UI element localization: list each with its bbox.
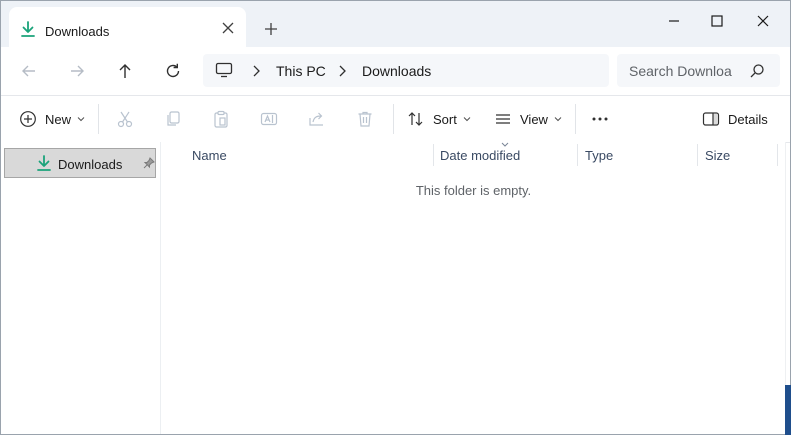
copy-button[interactable] [164,109,182,129]
nav-item-label: Downloads [58,157,123,172]
sort-button[interactable]: Sort [407,109,471,129]
column-divider[interactable] [777,144,778,166]
sort-icon [408,112,423,126]
breadcrumb-downloads[interactable]: Downloads [362,63,431,79]
title-bar: Downloads [1,1,790,47]
nav-item-downloads[interactable]: Downloads [4,148,156,178]
column-header-name[interactable]: Name [192,142,432,166]
copy-icon [167,111,180,126]
details-pane-icon [702,112,720,126]
share-button[interactable] [308,109,326,129]
refresh-icon[interactable] [163,61,183,81]
column-divider[interactable] [697,144,698,166]
view-button[interactable]: View [494,109,562,129]
column-header-size[interactable]: Size [705,142,775,166]
tab-downloads[interactable]: Downloads [9,7,246,47]
back-arrow-icon[interactable] [19,61,39,81]
rename-button[interactable] [260,109,278,129]
maximize-icon[interactable] [707,11,727,31]
search-box[interactable] [617,54,780,87]
column-divider[interactable] [433,144,434,166]
delete-button[interactable] [356,109,374,129]
monitor-icon[interactable] [215,62,233,78]
sort-label: Sort [433,111,457,127]
empty-folder-message: This folder is empty. [415,183,532,198]
navigation-pane: Downloads [1,142,161,434]
command-bar: New Sort View Details [1,95,790,143]
details-label: Details [728,111,768,127]
column-header-date-modified[interactable]: Date modified [440,142,575,166]
chevron-right-icon[interactable] [337,64,347,78]
address-row: This PC Downloads [1,47,790,94]
chevron-down-icon [554,117,562,122]
paste-button[interactable] [212,109,230,129]
search-input[interactable] [629,62,739,80]
chevron-down-icon [77,117,85,122]
more-options-button[interactable] [591,109,609,129]
up-arrow-icon[interactable] [115,61,135,81]
trash-icon [358,111,372,127]
chevron-right-icon[interactable] [251,64,261,78]
new-tab-icon[interactable] [263,21,279,37]
chevron-down-icon [463,117,471,122]
new-button[interactable]: New [19,109,85,129]
cut-button[interactable] [116,109,134,129]
breadcrumb[interactable]: This PC Downloads [203,54,609,87]
desktop-background-edge [785,385,791,435]
new-label: New [45,111,72,127]
file-explorer-window: Downloads This PC Downloads Search Downl… [0,0,791,435]
clipboard-icon [214,110,228,128]
column-divider[interactable] [577,144,578,166]
close-tab-icon[interactable] [220,20,236,36]
forward-arrow-icon[interactable] [67,61,87,81]
more-icon [592,117,608,121]
share-icon [309,112,323,126]
rename-icon [260,112,278,126]
download-icon [37,155,51,171]
download-icon [21,21,35,37]
file-list: Name Date modified Type Size This folder… [161,142,786,434]
search-icon[interactable] [749,63,765,79]
breadcrumb-this-pc[interactable]: This PC [276,63,326,79]
close-window-icon[interactable] [753,11,773,31]
minimize-icon[interactable] [664,11,684,31]
details-button[interactable]: Details [702,109,768,129]
view-label: View [520,111,548,127]
list-view-icon [496,114,510,124]
separator [98,104,99,134]
separator [393,104,394,134]
separator [575,104,576,134]
pin-icon [143,157,155,169]
tab-title: Downloads [45,24,110,39]
column-header-type[interactable]: Type [585,142,695,166]
plus-circle-icon [20,111,36,127]
scissors-icon [117,111,133,128]
